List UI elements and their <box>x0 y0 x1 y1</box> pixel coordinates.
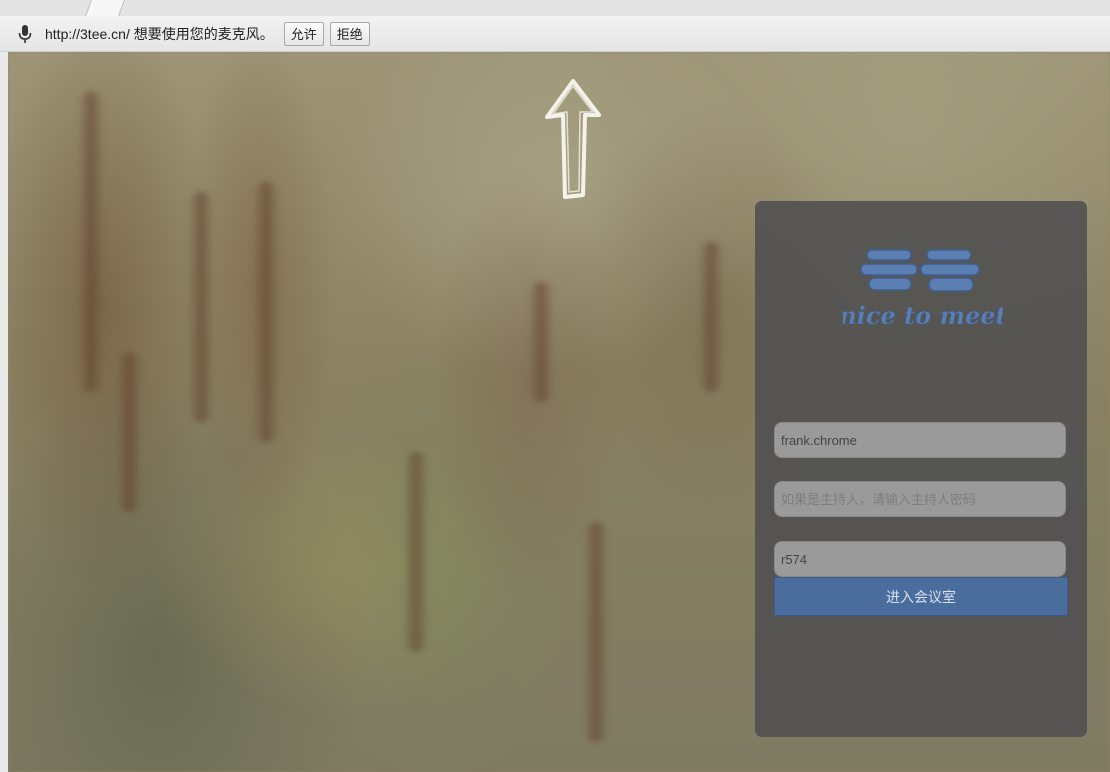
bg-stalk <box>253 182 279 442</box>
deny-button[interactable]: 拒绝 <box>329 21 370 46</box>
bg-stalk <box>583 522 609 742</box>
browser-tab-strip <box>0 0 1110 16</box>
logo: nice to meet <box>843 249 1003 330</box>
username-input[interactable] <box>774 422 1066 458</box>
enter-meeting-button[interactable]: 进入会议室 <box>774 577 1068 616</box>
browser-tab[interactable] <box>85 0 125 16</box>
bg-stalk <box>116 352 142 512</box>
bg-stalk <box>698 242 724 392</box>
room-number-input[interactable] <box>774 541 1066 577</box>
host-password-input[interactable] <box>774 481 1066 517</box>
up-arrow-icon <box>545 79 601 199</box>
bg-stalk <box>188 192 214 422</box>
page-viewport: nice to meet 进入会议室 <box>8 52 1110 772</box>
permission-message: http://3tee.cn/ 想要使用您的麦克风。 <box>45 25 274 42</box>
permission-infobar: http://3tee.cn/ 想要使用您的麦克风。 允许 拒绝 <box>0 16 1110 52</box>
bg-stalk <box>78 92 104 392</box>
microphone-icon <box>18 24 32 43</box>
login-panel: nice to meet 进入会议室 <box>755 201 1087 737</box>
bg-stalk <box>403 452 429 652</box>
allow-button[interactable]: 允许 <box>283 21 324 46</box>
logo-text: nice to meet <box>843 301 1003 330</box>
bg-stalk <box>528 282 554 402</box>
